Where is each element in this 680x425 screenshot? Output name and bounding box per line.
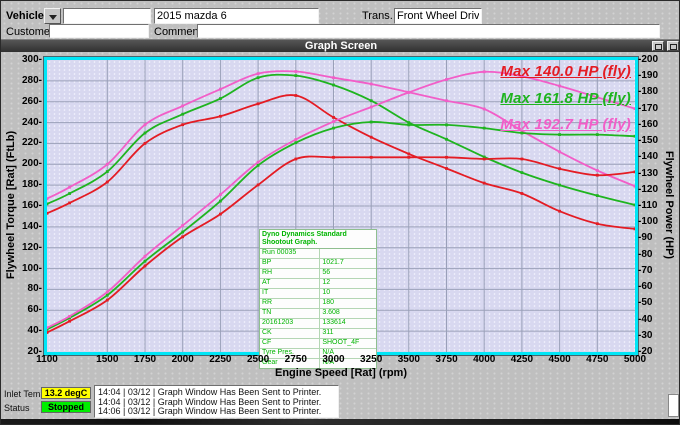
customer-input[interactable] [49, 24, 149, 38]
vehicle-label: Vehicle [6, 10, 44, 22]
customer-label: Customer [6, 26, 54, 38]
restore-button[interactable] [652, 41, 664, 51]
inlet-temp-label: Inlet Temp [4, 389, 46, 399]
y-axis-tick-right: -70 [638, 264, 653, 276]
vehicle-name-input[interactable] [154, 8, 319, 24]
dyno-chart: Flywheel Torque [Rat] (FtLb) Flywheel Po… [1, 52, 679, 381]
x-axis-tick: 4500 [548, 354, 571, 365]
y-axis-tick-left: 260- [21, 95, 42, 107]
x-axis-tick: 3750 [435, 354, 458, 365]
plot-area[interactable]: Max 140.0 HP (fly) Max 161.8 HP (fly) Ma… [44, 57, 638, 369]
x-axis-tick: 3500 [397, 354, 420, 365]
dyno-software-window: Vehicle Trans. Customer Comment Graph Sc… [0, 0, 680, 425]
y-axis-tick-left: 120- [21, 241, 42, 253]
window-title: Graph Screen [304, 40, 378, 52]
table-row: IT 10 [260, 289, 376, 299]
status-value-badge: Stopped [41, 401, 91, 413]
run-info-table-header: Dyno Dynamics Standard Shootout Graph. [260, 230, 376, 249]
inlet-temp-value: 13.2 degC [41, 387, 91, 399]
y-axis-tick-right: -130 [638, 167, 659, 179]
y-axis-tick-left: 160- [21, 200, 42, 211]
x-axis-tick: 2750 [284, 354, 307, 365]
vehicle-dropdown-button[interactable] [44, 8, 61, 24]
log-line: 14:06 | 03/12 | Graph Window Has Been Se… [98, 406, 322, 416]
printer-log-box[interactable]: 14:04 | 03/12 | Graph Window Has Been Se… [94, 385, 339, 418]
y-axis-tick-right: -200 [638, 54, 659, 65]
y-axis-tick-right: -50 [638, 297, 653, 309]
legend-max-hp-run3: Max 192.7 HP (fly) [500, 116, 631, 133]
vehicle-input[interactable] [63, 8, 151, 24]
table-row: AT 12 [260, 279, 376, 289]
x-axis-tick: 3000 [322, 354, 345, 365]
x-axis-tick: 4250 [510, 354, 534, 365]
table-row: BP 1021.7 [260, 259, 376, 269]
y-axis-tick-left: 140- [21, 220, 42, 232]
x-axis-tick: 2250 [209, 354, 232, 365]
comment-input[interactable] [197, 24, 660, 38]
table-row: TN 3.608 [260, 309, 376, 319]
x-axis-tick: 3250 [360, 354, 383, 365]
y-axis-tick-right: -160 [638, 118, 659, 130]
legend-max-hp-run2: Max 161.8 HP (fly) [500, 90, 631, 107]
y-axis-tick-right: -110 [638, 200, 658, 211]
x-axis-tick: 5000 [623, 354, 647, 365]
table-row: RR 180 [260, 299, 376, 309]
x-axis-tick: 2500 [246, 354, 270, 365]
x-axis-tick: 1500 [96, 354, 119, 365]
table-row: CK 311 [260, 329, 376, 339]
y-axis-tick-right: -90 [638, 232, 653, 244]
right-axis-title: Flywheel Power (HP) [663, 150, 675, 260]
table-row: Run 00035 [260, 249, 376, 259]
x-axis-title: Engine Speed [Rat] (rpm) [274, 367, 407, 379]
trans-label: Trans. [362, 10, 393, 22]
chevron-down-icon [49, 15, 57, 20]
run-info-table: Dyno Dynamics Standard Shootout Graph. R… [259, 229, 377, 369]
y-axis-tick-right: -60 [638, 281, 653, 293]
y-axis-tick-right: -80 [638, 248, 653, 260]
y-axis-tick-right: -40 [638, 313, 653, 325]
restore-icon [655, 44, 662, 50]
legend-max-hp-run1: Max 140.0 HP (fly) [500, 63, 631, 80]
x-axis-tick: 1100 [36, 354, 58, 365]
scrollbar[interactable] [668, 394, 679, 417]
maximize-button[interactable] [667, 41, 679, 51]
y-axis-tick-right: -180 [638, 86, 659, 98]
y-axis-tick-right: -150 [638, 135, 659, 147]
y-axis-tick-left: 220- [21, 137, 42, 149]
x-axis-tick: 1750 [133, 354, 157, 365]
taskbar-strip [1, 419, 679, 424]
y-axis-tick-right: -190 [638, 70, 659, 82]
trans-input[interactable] [394, 8, 482, 24]
status-label: Status [4, 403, 30, 413]
y-axis-tick-left: 300- [21, 54, 42, 65]
y-axis-tick-left: 280- [21, 74, 42, 86]
status-bar: Inlet Temp Status 13.2 degC Stopped 14:0… [1, 381, 679, 419]
x-axis-tick: 4000 [473, 354, 496, 365]
maximize-icon [670, 44, 677, 50]
y-axis-tick-right: -120 [638, 183, 659, 195]
graph-screen-titlebar[interactable]: Graph Screen [1, 39, 679, 52]
y-axis-tick-left: 80- [27, 283, 42, 295]
y-axis-tick-left: 200- [21, 158, 42, 170]
y-axis-tick-right: -100 [638, 216, 659, 228]
table-row: RH 56 [260, 269, 376, 279]
y-axis-tick-left: 100- [21, 262, 42, 274]
y-axis-tick-left: 180- [21, 179, 42, 191]
table-row: CF SHOOT_4F [260, 339, 376, 349]
x-axis-tick: 2000 [171, 354, 194, 365]
comment-label: Comment [154, 26, 202, 38]
table-row: 20161203 133614 [260, 319, 376, 329]
x-axis-tick: 4750 [586, 354, 609, 365]
y-axis-tick-left: 240- [21, 116, 42, 128]
y-axis-tick-left: 60- [27, 304, 42, 316]
y-axis-tick-right: -140 [638, 151, 659, 163]
y-axis-tick-right: -30 [638, 329, 653, 341]
y-axis-tick-right: -170 [638, 102, 659, 114]
y-axis-tick-left: 40- [27, 325, 42, 337]
